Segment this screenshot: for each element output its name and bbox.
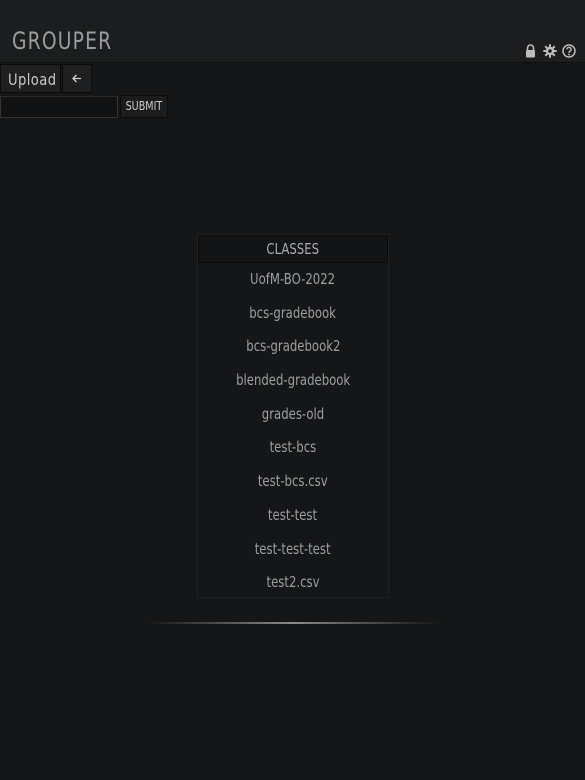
- divider: [147, 622, 439, 624]
- class-item-label: bcs-gradebook: [249, 303, 337, 322]
- upload-button-label: Upload: [8, 70, 57, 89]
- class-item[interactable]: grades-old: [198, 398, 388, 432]
- class-item[interactable]: test-test-test: [198, 533, 388, 567]
- toolbar: Upload: [0, 64, 92, 93]
- class-item[interactable]: test2.csv: [198, 566, 388, 600]
- upload-input[interactable]: [0, 95, 118, 118]
- classes-panel: CLASSES UofM-BO-2022 bcs-gradebook bcs-g…: [197, 234, 389, 598]
- upload-button[interactable]: Upload: [0, 64, 61, 93]
- classes-title: CLASSES: [266, 240, 320, 258]
- class-item[interactable]: bcs-gradebook: [198, 297, 388, 331]
- class-item[interactable]: test-test: [198, 499, 388, 533]
- lock-icon[interactable]: [523, 43, 538, 58]
- class-list: UofM-BO-2022 bcs-gradebook bcs-gradebook…: [198, 263, 388, 600]
- class-item-label: test-bcs: [269, 438, 317, 457]
- class-item-label: blended-gradebook: [235, 371, 351, 390]
- app-logo[interactable]: GROUPER: [12, 25, 112, 57]
- top-header: GROUPER: [0, 0, 585, 63]
- class-item-label: grades-old: [261, 404, 325, 423]
- class-item-label: test-test-test: [255, 539, 331, 558]
- class-item-label: UofM-BO-2022: [250, 270, 336, 288]
- class-item[interactable]: bcs-gradebook2: [198, 330, 388, 364]
- arrow-left-icon: [72, 71, 82, 86]
- class-item[interactable]: test-bcs.csv: [198, 465, 388, 499]
- class-item-label: test2.csv: [266, 573, 320, 592]
- class-item-label: test-bcs.csv: [258, 472, 328, 491]
- submit-button[interactable]: SUBMIT: [120, 95, 168, 118]
- back-button[interactable]: [62, 64, 92, 93]
- class-item[interactable]: test-bcs: [198, 431, 388, 465]
- help-icon[interactable]: [561, 43, 576, 58]
- class-item-label: bcs-gradebook2: [245, 337, 341, 356]
- upload-form: SUBMIT: [0, 95, 168, 118]
- class-item-label: test-test: [268, 505, 318, 524]
- gear-icon[interactable]: [542, 43, 557, 58]
- app-root: GROUPER Upload SUBMIT CLASSES UofM-BO-20…: [0, 0, 585, 780]
- classes-header: CLASSES: [198, 235, 388, 263]
- header-icons: [523, 43, 576, 58]
- submit-button-label: SUBMIT: [125, 99, 163, 113]
- class-item[interactable]: blended-gradebook: [198, 364, 388, 398]
- class-item[interactable]: UofM-BO-2022: [198, 263, 388, 297]
